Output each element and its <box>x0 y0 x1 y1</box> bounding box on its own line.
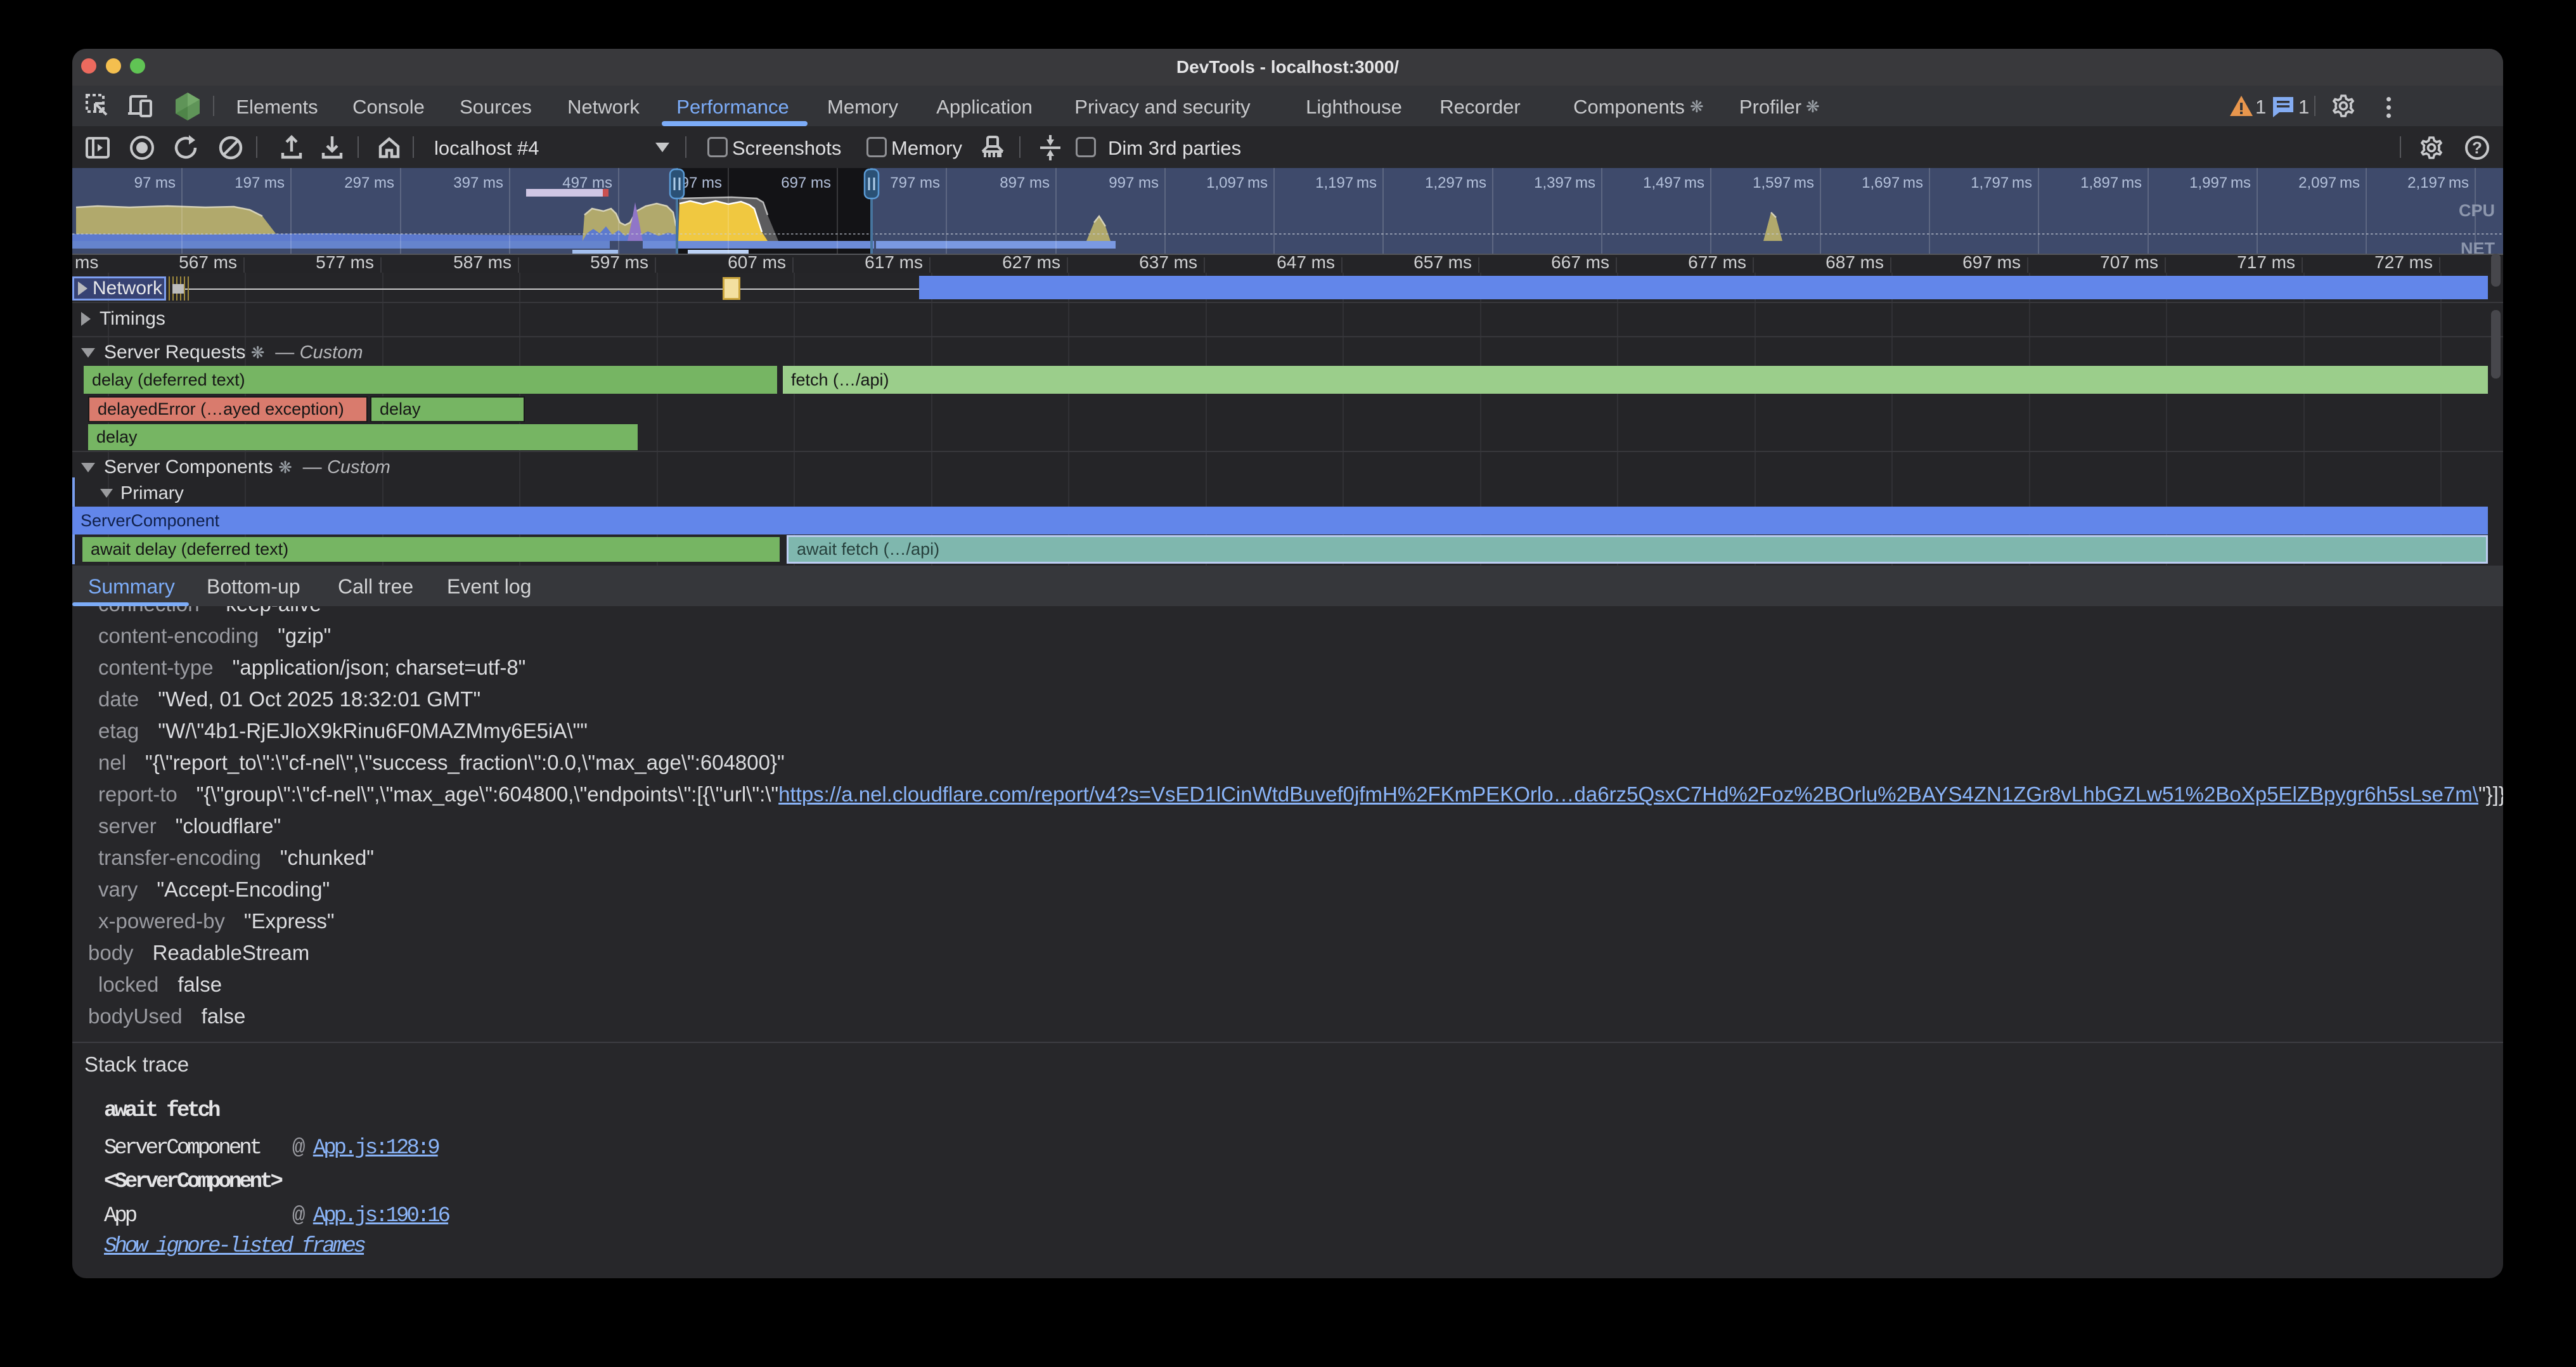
svg-text:497 ms: 497 ms <box>562 174 612 191</box>
svg-text:297 ms: 297 ms <box>344 174 394 191</box>
svg-text:1,497 ms: 1,497 ms <box>1643 174 1704 191</box>
svg-text:397 ms: 397 ms <box>453 174 503 191</box>
svg-text:1,997 ms: 1,997 ms <box>2189 174 2251 191</box>
svg-text:797 ms: 797 ms <box>890 174 940 191</box>
svg-text:1,097 ms: 1,097 ms <box>1206 174 1268 191</box>
svg-text:997 ms: 997 ms <box>1109 174 1159 191</box>
svg-text:2,197 ms: 2,197 ms <box>2407 174 2469 191</box>
svg-text:CPU: CPU <box>2459 201 2495 220</box>
svg-text:1,897 ms: 1,897 ms <box>2080 174 2142 191</box>
svg-text:1,397 ms: 1,397 ms <box>1534 174 1595 191</box>
svg-text:1,597 ms: 1,597 ms <box>1753 174 1814 191</box>
svg-text:197 ms: 197 ms <box>235 174 285 191</box>
svg-text:1,697 ms: 1,697 ms <box>1862 174 1923 191</box>
svg-text:2,097 ms: 2,097 ms <box>2298 174 2360 191</box>
svg-text:?: ? <box>2472 138 2482 157</box>
svg-text:1,797 ms: 1,797 ms <box>1971 174 2032 191</box>
svg-text:697 ms: 697 ms <box>781 174 831 191</box>
svg-text:97 ms: 97 ms <box>134 174 176 191</box>
svg-text:1,297 ms: 1,297 ms <box>1425 174 1486 191</box>
svg-text:897 ms: 897 ms <box>1000 174 1050 191</box>
svg-text:1,197 ms: 1,197 ms <box>1315 174 1377 191</box>
